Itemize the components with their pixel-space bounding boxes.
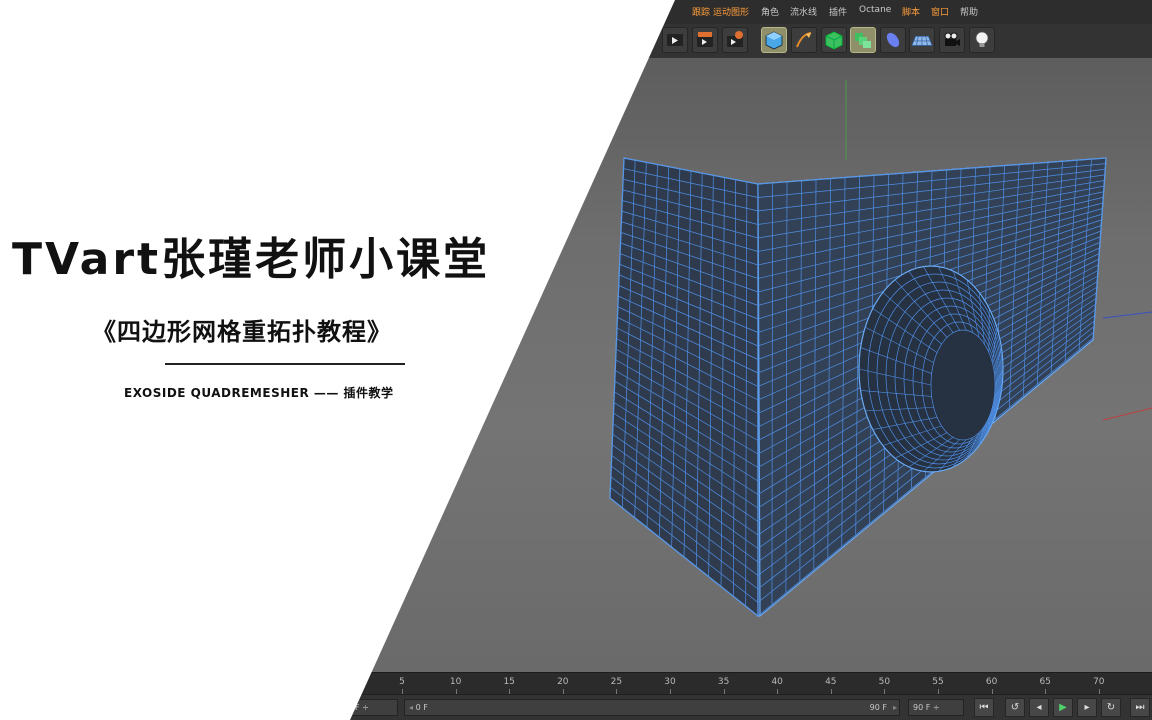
cube-icon xyxy=(765,31,783,50)
previous-key-button[interactable]: ↺ xyxy=(1005,698,1025,717)
end-frame-value: 90 F xyxy=(869,703,887,712)
camera-button[interactable] xyxy=(939,27,965,53)
cloner-button[interactable] xyxy=(850,27,876,53)
floor-icon xyxy=(911,35,933,46)
previous-frame-button[interactable]: ◂ xyxy=(1029,698,1049,717)
range-right-arrow: ▸ xyxy=(892,703,897,712)
render-to-picture-viewer-button[interactable] xyxy=(692,27,718,53)
z-axis-line xyxy=(1102,311,1152,319)
timeline-tick-label: 60 xyxy=(985,677,998,687)
menu-item-help[interactable]: 帮助 xyxy=(960,5,978,18)
subdivision-surface-icon xyxy=(825,31,843,50)
menu-item-script[interactable]: 脚本 xyxy=(902,5,920,18)
pen-spline-icon xyxy=(796,32,812,48)
cube-button[interactable] xyxy=(761,27,787,53)
plugin-tagline: EXOSIDE QUADREMESHER —— 插件教学 xyxy=(124,386,394,400)
render-settings-button[interactable] xyxy=(722,27,748,53)
max-frame-field[interactable]: 90 F ÷ xyxy=(908,699,964,716)
timeline-tick-label: 55 xyxy=(932,677,944,687)
render-to-picture-viewer-icon xyxy=(697,32,713,47)
step-forward-icon: ▸ xyxy=(1084,702,1090,713)
menu-item-character[interactable]: 角色 xyxy=(761,5,779,18)
range-left-arrow: ◂ xyxy=(409,703,414,712)
timeline-tick-label: 5 xyxy=(399,677,405,687)
loop-back-icon: ↺ xyxy=(1010,702,1020,713)
page-title: TVart张瑾老师小课堂 xyxy=(12,234,491,285)
timeline-tick-label: 50 xyxy=(878,677,891,687)
timeline-tick-label: 30 xyxy=(664,677,676,687)
render-view-button[interactable] xyxy=(662,27,688,53)
timeline-tick-label: 65 xyxy=(1039,677,1051,687)
course-subtitle: 《四边形网格重拓扑教程》 xyxy=(92,318,392,346)
max-frame-value: 90 F xyxy=(913,703,931,712)
play-button[interactable]: ▶ xyxy=(1053,698,1073,717)
next-frame-button[interactable]: ▸ xyxy=(1077,698,1097,717)
camera-icon xyxy=(944,32,960,46)
go-to-end-button[interactable]: ⏭ xyxy=(1130,698,1150,717)
timeline-tick-label: 40 xyxy=(771,677,783,687)
timeline-tick-label: 45 xyxy=(825,677,837,687)
deformer-button[interactable] xyxy=(880,27,906,53)
current-frame-value: 0 F xyxy=(415,703,428,712)
timeline-tick-label: 70 xyxy=(1093,677,1105,687)
quad-mesh-cube[interactable] xyxy=(609,157,1107,618)
floor-button[interactable] xyxy=(909,27,935,53)
app-window: 跟踪 运动图形 角色 流水线 插件 Octane 脚本 窗口 帮助 5 10 1… xyxy=(0,0,1152,720)
pen-spline-button[interactable] xyxy=(791,27,817,53)
menu-item-plugins[interactable]: 插件 xyxy=(829,5,847,18)
frame-range-slider[interactable]: ◂ 0 F 90 F ▸ xyxy=(404,699,900,716)
go-to-start-icon: ⏮ xyxy=(979,702,989,713)
menu-item-window[interactable]: 窗口 xyxy=(931,5,949,18)
menu-item-tracking[interactable]: 跟踪 xyxy=(692,5,710,18)
deformer-icon xyxy=(886,32,900,48)
next-key-button[interactable]: ↻ xyxy=(1101,698,1121,717)
menu-item-pipeline[interactable]: 流水线 xyxy=(790,5,817,18)
menu-item-mograph[interactable]: 运动图形 xyxy=(713,5,749,18)
timeline-tick-label: 15 xyxy=(503,677,515,687)
render-view-icon xyxy=(667,34,683,46)
timeline-tick-label: 20 xyxy=(557,677,569,687)
timeline-tick-label: 10 xyxy=(449,677,462,687)
light-button[interactable] xyxy=(969,27,995,53)
light-icon xyxy=(975,31,989,47)
x-axis-line xyxy=(1102,407,1152,421)
menu-item-octane[interactable]: Octane xyxy=(859,5,891,15)
timeline-tick-label: 35 xyxy=(717,677,730,687)
go-to-start-button[interactable]: ⏮ xyxy=(974,698,994,717)
subdivision-surface-button[interactable] xyxy=(821,27,847,53)
loop-forward-icon: ↻ xyxy=(1106,702,1116,713)
timeline-tick-label: 25 xyxy=(610,677,623,687)
play-icon: ▶ xyxy=(1059,702,1067,713)
title-divider xyxy=(165,363,405,365)
cloner-icon xyxy=(855,33,871,48)
go-to-end-icon: ⏭ xyxy=(1135,702,1145,713)
step-back-icon: ◂ xyxy=(1036,702,1042,713)
render-settings-icon xyxy=(727,31,743,47)
